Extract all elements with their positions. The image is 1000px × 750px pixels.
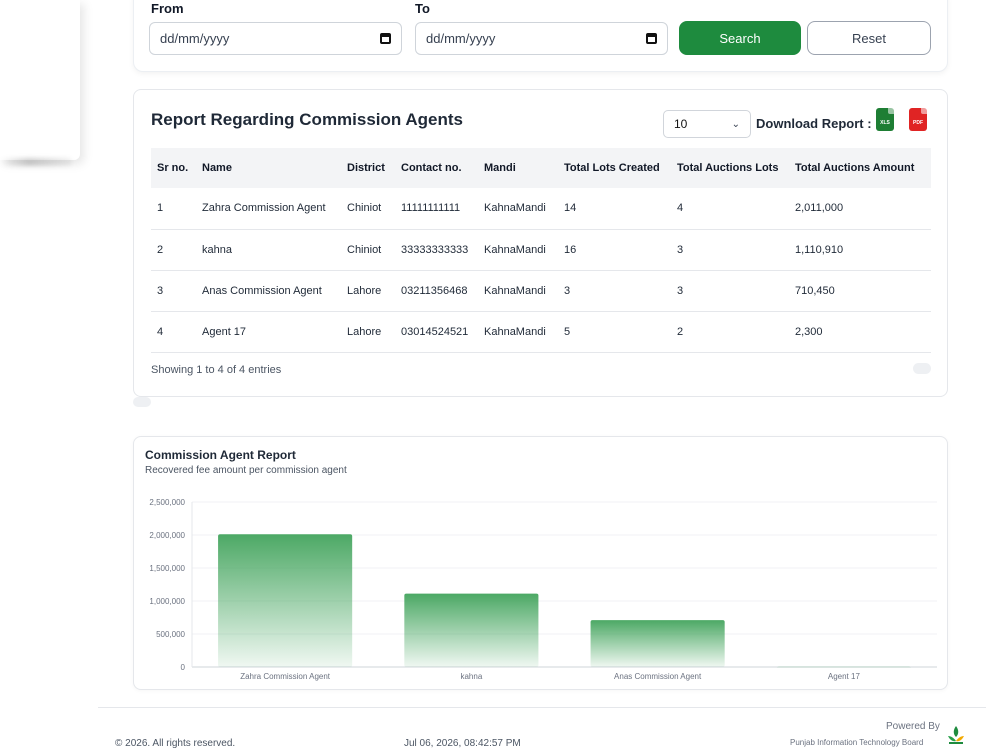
column-header[interactable]: Mandi <box>478 148 558 188</box>
download-report-label: Download Report : <box>756 116 872 131</box>
column-header[interactable]: Name <box>196 148 341 188</box>
search-button[interactable]: Search <box>679 21 801 55</box>
table-cell: 14 <box>558 188 671 230</box>
table-cell: Chiniot <box>341 188 395 230</box>
from-label: From <box>151 1 184 16</box>
pitb-logo-icon <box>948 726 964 744</box>
chart-card: Commission Agent Report Recovered fee am… <box>133 436 948 690</box>
table-cell: KahnaMandi <box>478 311 558 353</box>
xls-download-icon[interactable]: XLS <box>876 108 894 131</box>
x-tick-label: Agent 17 <box>828 672 861 681</box>
table-cell: Zahra Commission Agent <box>196 188 341 230</box>
calendar-icon[interactable] <box>380 33 391 44</box>
table-row: 2 kahna Chiniot 33333333333 KahnaMandi 1… <box>151 229 931 271</box>
table-cell: Anas Commission Agent <box>196 270 341 312</box>
table-cell: Lahore <box>341 270 395 312</box>
report-card: Report Regarding Commission Agents 10 ⌄ … <box>133 89 948 397</box>
to-date-placeholder: dd/mm/yyyy <box>426 31 496 46</box>
table-cell: 33333333333 <box>395 229 478 271</box>
table-cell: kahna <box>196 229 341 271</box>
table-cell: 2,300 <box>789 311 931 353</box>
copyright: © 2026. All rights reserved. <box>115 738 236 749</box>
table-cell: 3 <box>671 229 789 271</box>
powered-by: Powered By <box>886 721 940 732</box>
table-cell: 1 <box>151 188 196 230</box>
sidebar-shadow <box>0 158 72 166</box>
footer-datetime: Jul 06, 2026, 08:42:57 PM <box>404 738 521 749</box>
table-row: 4 Agent 17 Lahore 03014524521 KahnaMandi… <box>151 311 931 353</box>
to-date-input[interactable]: dd/mm/yyyy <box>415 22 668 55</box>
table-cell: Lahore <box>341 311 395 353</box>
table-cell: 4 <box>151 311 196 353</box>
reset-button[interactable]: Reset <box>807 21 931 55</box>
calendar-icon[interactable] <box>646 33 657 44</box>
table-cell: 16 <box>558 229 671 271</box>
page-size-value: 10 <box>674 117 688 131</box>
table-cell: 11111111111 <box>395 188 478 230</box>
bar[interactable] <box>404 593 539 667</box>
y-tick-label: 0 <box>181 663 186 672</box>
from-date-input[interactable]: dd/mm/yyyy <box>149 22 402 55</box>
table-cell: KahnaMandi <box>478 270 558 312</box>
table-info: Showing 1 to 4 of 4 entries <box>151 364 282 376</box>
x-tick-label: kahna <box>460 672 482 681</box>
x-tick-label: Anas Commission Agent <box>614 672 702 681</box>
y-tick-label: 1,500,000 <box>149 564 185 573</box>
column-header[interactable]: Contact no. <box>395 148 478 188</box>
page-size-select[interactable]: 10 ⌄ <box>663 110 751 138</box>
chart-title: Commission Agent Report <box>145 448 296 462</box>
x-tick-label: Zahra Commission Agent <box>240 672 331 681</box>
table-cell: 1,110,910 <box>789 229 931 271</box>
sidebar-panel <box>0 0 80 160</box>
table-cell: 03211356468 <box>395 270 478 312</box>
table-cell: 2 <box>671 311 789 353</box>
report-table: Sr no. Name District Contact no. Mandi T… <box>151 148 931 353</box>
report-title: Report Regarding Commission Agents <box>151 110 464 129</box>
pagination-control[interactable] <box>913 363 931 374</box>
y-tick-label: 2,500,000 <box>149 498 185 507</box>
to-label: To <box>415 1 430 16</box>
column-header[interactable]: Total Auctions Amount <box>789 148 931 188</box>
table-cell: 2,011,000 <box>789 188 931 230</box>
column-header[interactable]: Total Auctions Lots <box>671 148 789 188</box>
table-row: 1 Zahra Commission Agent Chiniot 1111111… <box>151 188 931 230</box>
table-cell: 4 <box>671 188 789 230</box>
y-tick-label: 2,000,000 <box>149 531 185 540</box>
table-cell: 5 <box>558 311 671 353</box>
column-header[interactable]: District <box>341 148 395 188</box>
chart-subtitle: Recovered fee amount per commission agen… <box>145 465 347 476</box>
footer-divider <box>98 707 986 708</box>
from-date-placeholder: dd/mm/yyyy <box>160 31 230 46</box>
scroll-indicator[interactable] <box>133 397 151 407</box>
y-tick-label: 500,000 <box>156 630 185 639</box>
org-name: Punjab Information Technology Board <box>790 738 924 747</box>
bar[interactable] <box>776 666 911 668</box>
table-row: 3 Anas Commission Agent Lahore 032113564… <box>151 270 931 312</box>
table-cell: 03014524521 <box>395 311 478 353</box>
table-cell: 3 <box>558 270 671 312</box>
table-cell: 710,450 <box>789 270 931 312</box>
table-cell: 2 <box>151 229 196 271</box>
table-header-row: Sr no. Name District Contact no. Mandi T… <box>151 148 931 188</box>
bar[interactable] <box>590 620 725 667</box>
bar[interactable] <box>218 534 353 667</box>
pdf-download-icon[interactable]: PDF <box>909 108 927 131</box>
table-cell: Agent 17 <box>196 311 341 353</box>
column-header[interactable]: Sr no. <box>151 148 196 188</box>
bar-chart: 0 500,000 1,000,000 1,500,000 2,000,000 2,500… <box>149 498 937 681</box>
table-cell: KahnaMandi <box>478 229 558 271</box>
chevron-down-icon: ⌄ <box>731 118 740 130</box>
table-cell: 3 <box>151 270 196 312</box>
table-cell: 3 <box>671 270 789 312</box>
column-header[interactable]: Total Lots Created <box>558 148 671 188</box>
filter-card: From To dd/mm/yyyy dd/mm/yyyy Search Res… <box>133 0 948 72</box>
table-cell: Chiniot <box>341 229 395 271</box>
table-cell: KahnaMandi <box>478 188 558 230</box>
y-tick-label: 1,000,000 <box>149 597 185 606</box>
